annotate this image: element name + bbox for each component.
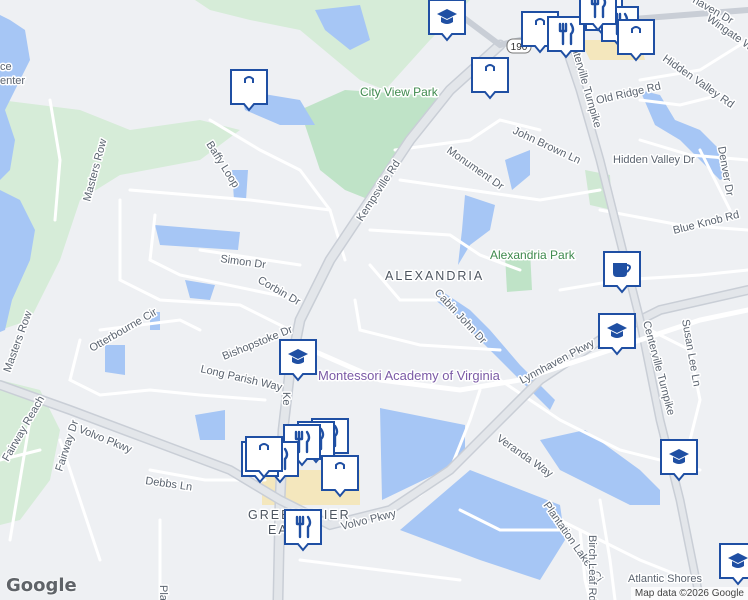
kempsville-rd-label-short: Ke [280, 392, 292, 405]
lynnhaven-pkwy-label: Lynnhaven Pkwy [518, 337, 597, 387]
poi-pin-cafe[interactable] [603, 251, 641, 294]
google-logo: Google [6, 575, 77, 596]
atlantic-shores-label: Atlantic Shores [628, 573, 702, 585]
alexandria-park-label: Alexandria Park [490, 248, 576, 262]
lake-corbin [185, 280, 215, 300]
susan-lee-label: Susan Lee Ln [679, 318, 703, 387]
poi-pin-school[interactable] [428, 0, 466, 42]
poi-pin-school[interactable] [598, 313, 636, 356]
poi-pin-shopping-bag[interactable] [230, 69, 268, 112]
map-canvas[interactable]: 190 City View Park Alexandria Park ALEXA… [0, 0, 748, 600]
hidden-valley-rd-label: Hidden Valley Rd [660, 53, 736, 111]
hidden-valley-dr-label: Hidden Valley Dr [613, 154, 695, 166]
lake-john-brown [505, 150, 530, 190]
poi-pin-shopping-bag[interactable] [245, 436, 283, 479]
map-attribution: Map data ©2026 Google [630, 587, 748, 600]
poi-pin-restaurant[interactable] [284, 509, 322, 552]
pond-2 [195, 410, 225, 440]
alexandria-label: ALEXANDRIA [385, 269, 484, 283]
placid-label: Placi [157, 585, 169, 600]
lake-simon [155, 225, 240, 250]
poi-pin-shopping-bag[interactable] [617, 19, 655, 62]
city-view-park-label: City View Park [360, 85, 439, 99]
birch-leaf-label: Birch Leaf Rd [586, 535, 598, 600]
baffy-loop-label: Baffy Loop [203, 139, 241, 190]
long-parish-label: Long Parish Way [199, 363, 283, 394]
service-center-label-1: ce [0, 61, 12, 73]
montessori-label-1: Montessori Academy of Virginia [318, 368, 501, 383]
poi-pin-shopping-bag[interactable] [321, 455, 359, 498]
poi-pin-school[interactable] [279, 339, 317, 382]
poi-pin-restaurant[interactable] [547, 16, 585, 59]
blue-knob-label: Blue Knob Rd [672, 209, 741, 237]
service-center-label-2: enter [0, 75, 25, 87]
poi-pin-shopping-bag[interactable] [471, 57, 509, 100]
monument-dr-label: Monument Dr [444, 145, 506, 193]
simon-dr-label: Simon Dr [220, 253, 267, 271]
poi-pin-school[interactable] [719, 543, 748, 586]
cabin-john-label: Cabin John Dr [432, 287, 489, 347]
poi-pin-school[interactable] [660, 439, 698, 482]
pond-3 [105, 345, 125, 375]
